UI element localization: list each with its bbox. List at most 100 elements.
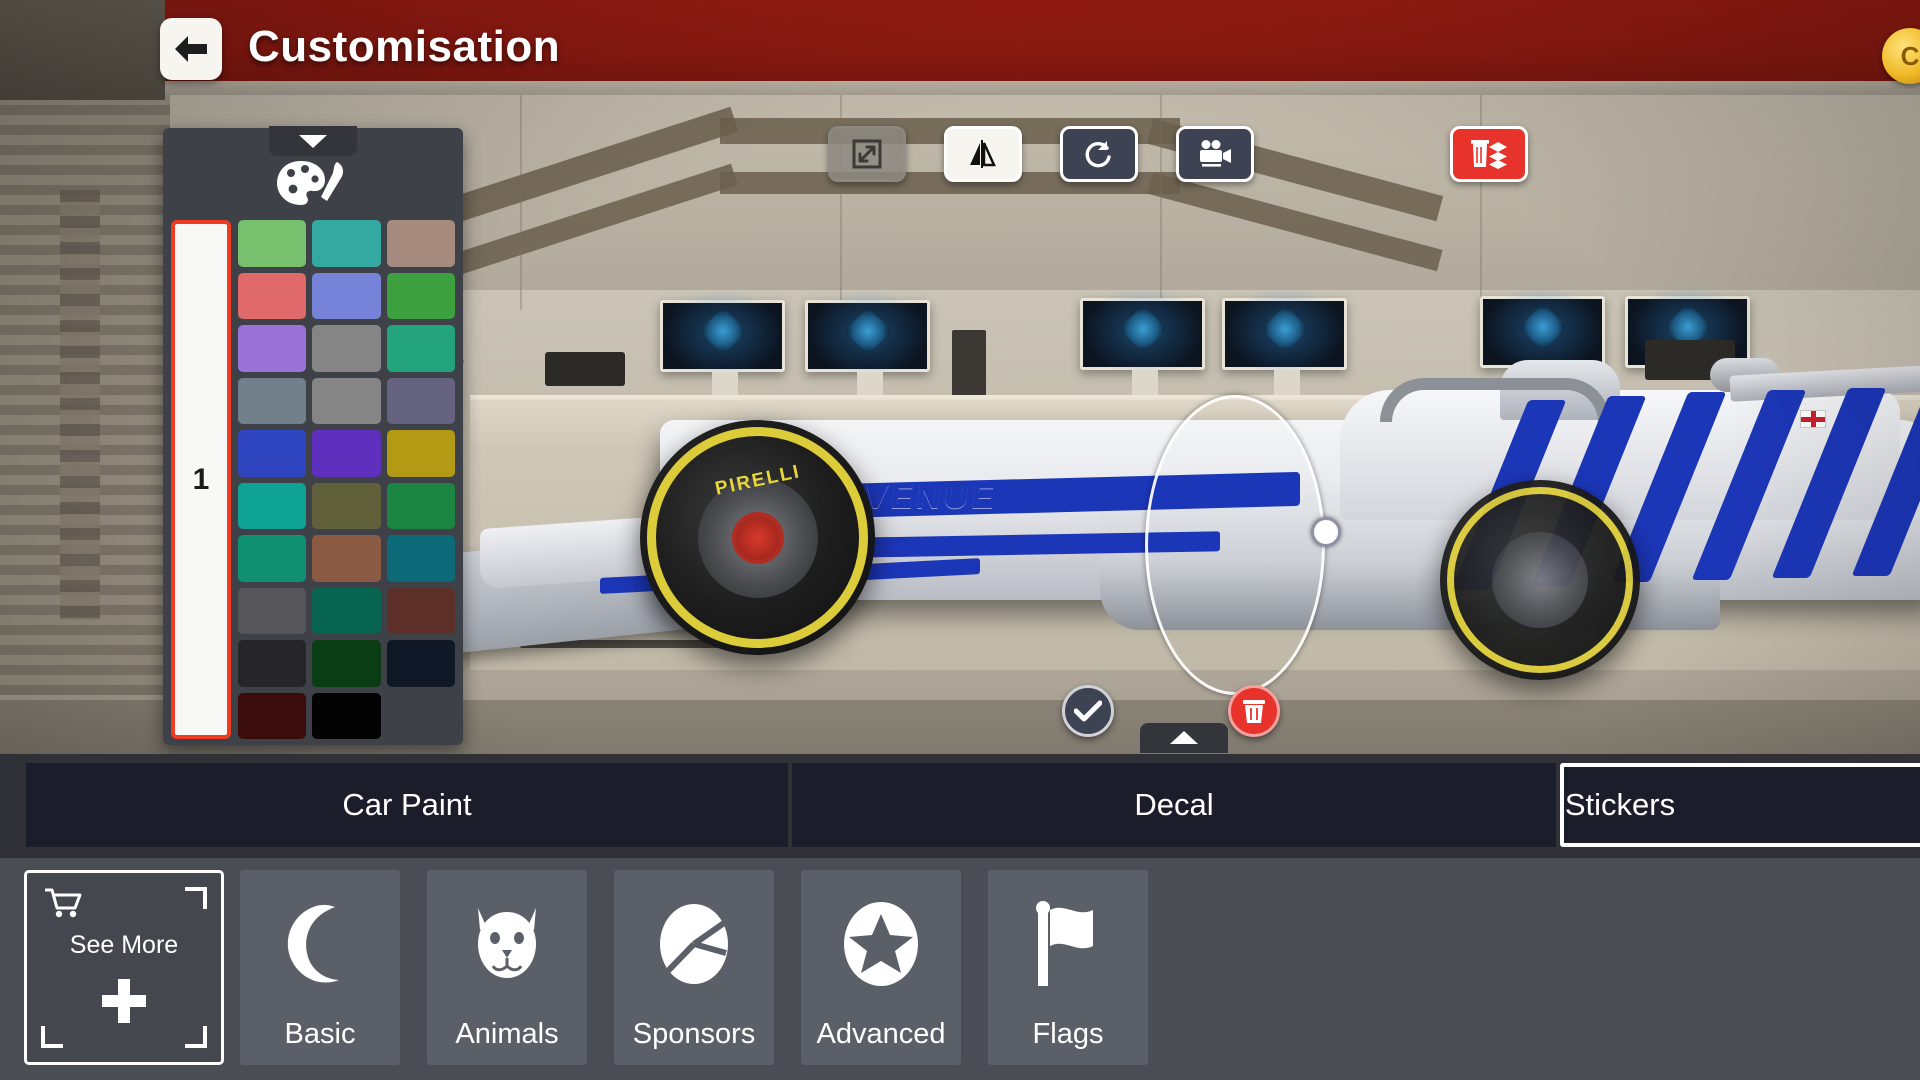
wall-seam <box>840 90 842 310</box>
tab-decal[interactable]: Decal <box>792 763 1556 847</box>
trash-icon <box>1243 700 1265 723</box>
category-flags[interactable]: Flags <box>988 870 1148 1065</box>
color-swatch[interactable] <box>312 535 381 582</box>
customisation-tab-bar: Car Paint Decal Stickers <box>0 754 1920 858</box>
wall-seam <box>520 90 522 310</box>
reset-tool-button[interactable] <box>1060 126 1138 182</box>
car-rear-wheel <box>1440 480 1640 680</box>
color-swatch[interactable] <box>312 640 381 687</box>
page-title: Customisation <box>248 22 561 71</box>
camera-tool-button[interactable] <box>1176 126 1254 182</box>
scale-tool-button[interactable] <box>828 126 906 182</box>
rotate-counterclockwise-icon <box>1085 141 1111 168</box>
tab-label: Stickers <box>1564 787 1676 822</box>
see-more-button[interactable]: See More <box>24 870 224 1065</box>
confirm-decal-button[interactable] <box>1062 685 1114 737</box>
color-swatch[interactable] <box>238 377 307 424</box>
corner-bracket <box>185 1026 207 1048</box>
tab-stickers[interactable]: Stickers <box>1560 763 1920 847</box>
back-arrow-icon <box>175 36 207 62</box>
color-swatch[interactable] <box>238 640 307 687</box>
pie-chart-icon <box>654 870 734 1018</box>
mirror-flip-icon <box>970 140 996 168</box>
category-label: Animals <box>455 1018 559 1050</box>
color-swatch[interactable] <box>238 325 307 372</box>
flag-icon <box>1031 870 1105 1018</box>
corner-bracket <box>185 887 207 909</box>
back-button[interactable] <box>160 18 222 80</box>
corner-bracket <box>41 1026 63 1048</box>
top-bar: Customisation C <box>0 0 1920 100</box>
category-animals[interactable]: Animals <box>427 870 587 1065</box>
car-front-wheel: PIRELLI <box>640 420 875 655</box>
resize-arrows-icon <box>852 139 882 169</box>
color-swatch[interactable] <box>386 325 455 372</box>
color-swatch-grid <box>238 220 455 739</box>
color-swatch[interactable] <box>238 535 307 582</box>
color-swatch[interactable] <box>312 482 381 529</box>
color-swatch[interactable] <box>238 692 307 739</box>
selected-color-slot[interactable]: 1 <box>171 220 231 739</box>
category-label: Sponsors <box>632 1018 756 1050</box>
mirror-tool-button[interactable] <box>944 126 1022 182</box>
category-row: See More Basic Animals Sponsors Advanced Fla… <box>0 858 1920 1080</box>
color-swatch[interactable] <box>238 587 307 634</box>
checkmark-icon <box>1074 700 1102 722</box>
color-swatch[interactable] <box>386 430 455 477</box>
color-swatch[interactable] <box>238 482 307 529</box>
panel-expand-button[interactable] <box>1140 723 1228 753</box>
tiger-face-icon <box>464 870 550 1018</box>
color-swatch[interactable] <box>386 377 455 424</box>
paint-palette-icon <box>271 156 355 212</box>
color-swatch[interactable] <box>312 220 381 267</box>
color-swatch[interactable] <box>238 220 307 267</box>
crescent-moon-icon <box>277 870 363 1018</box>
chevron-up-icon <box>1170 731 1198 744</box>
currency-badge[interactable]: C <box>1882 28 1920 84</box>
delete-decal-button[interactable] <box>1228 685 1280 737</box>
category-advanced[interactable]: Advanced <box>801 870 961 1065</box>
color-swatch[interactable] <box>386 587 455 634</box>
color-swatch[interactable] <box>386 640 455 687</box>
color-swatch[interactable] <box>312 377 381 424</box>
color-swatch[interactable] <box>386 220 455 267</box>
decal-transform-handle[interactable] <box>1311 517 1341 547</box>
color-swatch[interactable] <box>312 272 381 319</box>
color-swatch[interactable] <box>386 535 455 582</box>
selected-slot-label: 1 <box>192 462 210 496</box>
star-circle-icon <box>838 870 924 1018</box>
category-basic[interactable]: Basic <box>240 870 400 1065</box>
color-swatch[interactable] <box>386 482 455 529</box>
wall-seam <box>1480 90 1482 310</box>
palette-collapse-button[interactable] <box>269 126 357 156</box>
wall-seam <box>1160 90 1162 310</box>
delete-all-layers-button[interactable] <box>1450 126 1528 182</box>
palette-body: 1 <box>171 220 455 739</box>
color-swatch[interactable] <box>312 692 381 739</box>
decal-selection-ring <box>1145 395 1325 695</box>
car-flag-badge <box>1800 410 1826 428</box>
trash-layers-icon <box>1471 140 1507 169</box>
tab-label: Decal <box>1134 787 1214 822</box>
color-swatch[interactable] <box>312 430 381 477</box>
tab-label: Car Paint <box>342 787 472 822</box>
color-swatch[interactable] <box>312 587 381 634</box>
shutter-rail <box>60 190 100 620</box>
see-more-label: See More <box>69 931 179 959</box>
plus-icon <box>98 975 150 1027</box>
color-swatch-empty <box>387 693 455 740</box>
color-palette-panel: 1 <box>163 126 463 745</box>
tab-car-paint[interactable]: Car Paint <box>26 763 788 847</box>
category-label: Flags <box>1032 1018 1104 1050</box>
category-label: Basic <box>284 1018 356 1050</box>
shopping-cart-icon <box>44 887 83 924</box>
color-swatch[interactable] <box>238 272 307 319</box>
video-camera-icon <box>1200 140 1231 167</box>
color-swatch[interactable] <box>238 430 307 477</box>
category-label: Advanced <box>816 1018 946 1050</box>
color-swatch[interactable] <box>312 325 381 372</box>
chevron-down-icon <box>299 135 327 148</box>
color-swatch[interactable] <box>386 272 455 319</box>
category-sponsors[interactable]: Sponsors <box>614 870 774 1065</box>
